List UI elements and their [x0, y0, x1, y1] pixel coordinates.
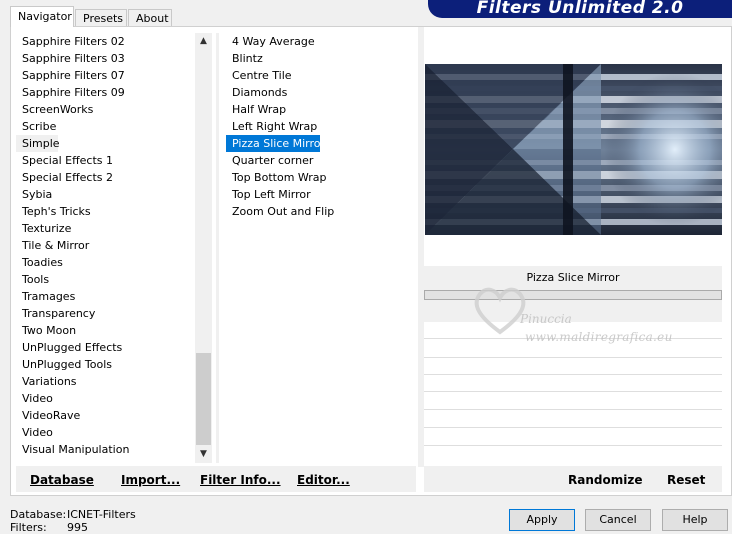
- filter-item[interactable]: 4 Way Average: [226, 33, 416, 50]
- preview-image: [425, 64, 722, 235]
- watermark: Pinuccia www.maldiregrafica.eu: [470, 282, 690, 352]
- control-separator: [424, 409, 722, 410]
- category-item-selected[interactable]: Simple: [16, 135, 60, 152]
- filter-item[interactable]: Top Bottom Wrap: [226, 169, 416, 186]
- filter-item-selected[interactable]: Pizza Slice Mirror: [226, 135, 325, 152]
- category-item[interactable]: Special Effects 1: [16, 152, 194, 169]
- database-button[interactable]: Database: [30, 466, 94, 492]
- control-separator: [424, 427, 722, 428]
- filter-info-button[interactable]: Filter Info...: [200, 466, 281, 492]
- tab-about[interactable]: About: [128, 9, 172, 26]
- apply-button[interactable]: Apply: [509, 509, 575, 531]
- filters-value: 995: [67, 521, 88, 534]
- database-info: Database: ICNET-Filters: [10, 508, 136, 521]
- category-item[interactable]: Texturize: [16, 220, 194, 237]
- database-label: Database:: [10, 508, 67, 521]
- control-separator: [424, 445, 722, 446]
- category-list[interactable]: Sapphire Filters 02 Sapphire Filters 03 …: [16, 33, 194, 463]
- category-item[interactable]: VideoRave: [16, 407, 194, 424]
- control-separator: [424, 374, 722, 375]
- control-separator: [424, 391, 722, 392]
- filter-item[interactable]: Top Left Mirror: [226, 186, 416, 203]
- tab-presets[interactable]: Presets: [75, 9, 127, 26]
- category-item[interactable]: Visual Manipulation: [16, 441, 194, 458]
- editor-button[interactable]: Editor...: [297, 466, 350, 492]
- app-banner: Filters Unlimited 2.0: [428, 0, 732, 18]
- filter-item[interactable]: Zoom Out and Flip: [226, 203, 416, 220]
- scroll-down-icon[interactable]: ▼: [195, 446, 212, 463]
- watermark-url: www.maldiregrafica.eu: [525, 330, 673, 344]
- category-item[interactable]: Special Effects 2: [16, 169, 194, 186]
- category-item[interactable]: Two Moon: [16, 322, 194, 339]
- filter-item[interactable]: Diamonds: [226, 84, 416, 101]
- filters-info: Filters: 995: [10, 521, 88, 534]
- watermark-name: Pinuccia: [520, 312, 572, 326]
- reset-button[interactable]: Reset: [667, 466, 705, 492]
- category-item[interactable]: Variations: [16, 373, 194, 390]
- category-item[interactable]: Scribe: [16, 118, 194, 135]
- filters-label: Filters:: [10, 521, 47, 534]
- category-item[interactable]: Video: [16, 390, 194, 407]
- list-divider: [216, 33, 219, 463]
- filter-item[interactable]: Half Wrap: [226, 101, 416, 118]
- category-item[interactable]: Sybia: [16, 186, 194, 203]
- category-item[interactable]: Sapphire Filters 02: [16, 33, 194, 50]
- randomize-button[interactable]: Randomize: [568, 466, 642, 492]
- heart-icon: [474, 287, 526, 335]
- help-button[interactable]: Help: [662, 509, 728, 531]
- category-item[interactable]: UnPlugged Tools: [16, 356, 194, 373]
- tab-navigator[interactable]: Navigator: [10, 6, 74, 27]
- category-item[interactable]: Transparency: [16, 305, 194, 322]
- scrollbar-thumb[interactable]: [196, 353, 211, 445]
- filter-item[interactable]: Blintz: [226, 50, 416, 67]
- category-item[interactable]: UnPlugged Effects: [16, 339, 194, 356]
- filter-list[interactable]: 4 Way Average Blintz Centre Tile Diamond…: [226, 33, 416, 463]
- category-item[interactable]: Toadies: [16, 254, 194, 271]
- filter-item[interactable]: Left Right Wrap: [226, 118, 416, 135]
- category-item[interactable]: Sapphire Filters 07: [16, 67, 194, 84]
- scroll-up-icon[interactable]: ▲: [195, 33, 212, 50]
- category-item[interactable]: Tile & Mirror: [16, 237, 194, 254]
- import-button[interactable]: Import...: [121, 466, 180, 492]
- control-separator: [424, 357, 722, 358]
- category-item[interactable]: ScreenWorks: [16, 101, 194, 118]
- category-item[interactable]: Teph's Tricks: [16, 203, 194, 220]
- filter-item[interactable]: Quarter corner: [226, 152, 416, 169]
- category-item[interactable]: Tramages: [16, 288, 194, 305]
- panel-divider: [418, 27, 424, 467]
- category-item[interactable]: Sapphire Filters 03: [16, 50, 194, 67]
- filter-item[interactable]: Centre Tile: [226, 67, 416, 84]
- category-item[interactable]: Tools: [16, 271, 194, 288]
- category-item[interactable]: Video: [16, 424, 194, 441]
- database-value: ICNET-Filters: [67, 508, 136, 521]
- category-scrollbar[interactable]: ▲ ▼: [195, 33, 212, 463]
- cancel-button[interactable]: Cancel: [585, 509, 651, 531]
- category-item[interactable]: Sapphire Filters 09: [16, 84, 194, 101]
